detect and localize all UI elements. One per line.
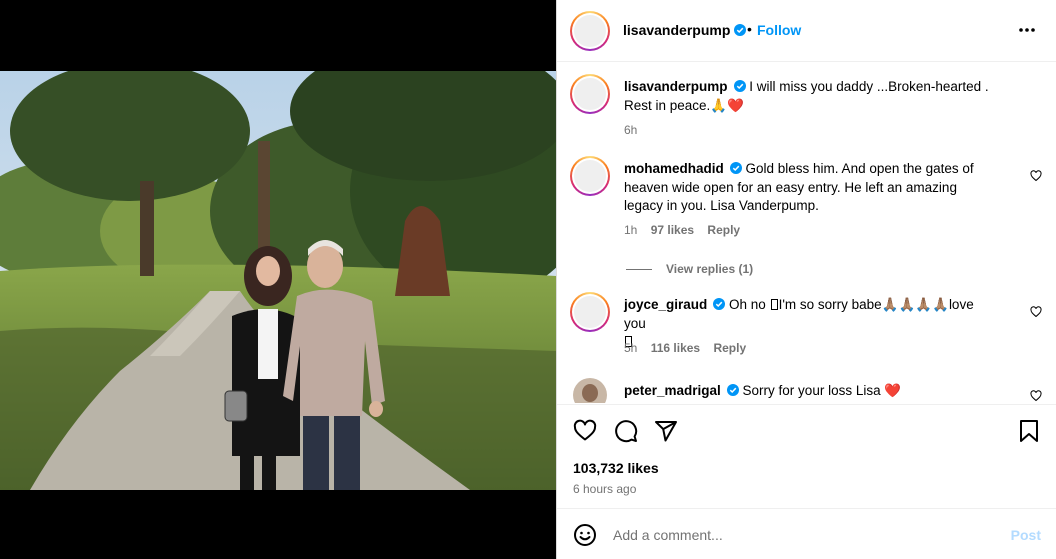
reply-button[interactable]: Reply: [707, 223, 740, 237]
commenter-avatar[interactable]: [570, 74, 610, 114]
likes-count[interactable]: 103,732 likes: [573, 460, 659, 476]
like-comment-heart-icon[interactable]: [1030, 306, 1042, 318]
comment-text-part-a: Oh no: [725, 297, 770, 312]
comment-text: Sorry for your loss Lisa: [738, 383, 881, 398]
comment-emojis: 🙏❤️: [710, 97, 744, 113]
comment-composer: Post: [557, 508, 1056, 559]
save-bookmark-icon[interactable]: [1017, 419, 1041, 443]
comments-list[interactable]: lisavanderpump I will miss you daddy ...…: [557, 63, 1056, 403]
verified-badge-icon: [733, 80, 746, 92]
author-username-text[interactable]: lisavanderpump: [623, 22, 730, 38]
commenter-avatar[interactable]: [570, 156, 610, 196]
share-send-icon[interactable]: [654, 419, 678, 443]
reply-button[interactable]: Reply: [713, 341, 746, 355]
comment-emojis: 🙏🏽🙏🏽🙏🏽🙏🏽: [881, 297, 949, 312]
comment-time[interactable]: 1h: [624, 223, 637, 237]
post-details-panel: lisavanderpump • Follow lisavanderpump I…: [556, 0, 1056, 559]
post-comment-button[interactable]: Post: [1011, 527, 1041, 543]
post-photo[interactable]: [0, 71, 556, 490]
comment-body: lisavanderpump I will miss you daddy ...…: [624, 78, 1014, 115]
media-pane: [0, 0, 556, 559]
commenter-avatar[interactable]: [570, 292, 610, 332]
verified-badge-icon: [734, 24, 747, 36]
comment-meta: 1h 97 likes Reply: [624, 223, 750, 237]
comment-time[interactable]: 5h: [624, 341, 637, 355]
verified-badge-icon: [713, 298, 726, 310]
instagram-post-modal: lisavanderpump • Follow lisavanderpump I…: [0, 0, 1056, 559]
comment-likes[interactable]: 97 likes: [651, 223, 694, 237]
commenter-avatar[interactable]: [573, 378, 607, 403]
comment-meta: 5h 116 likes Reply: [624, 341, 756, 355]
follow-button[interactable]: Follow: [757, 22, 801, 38]
comment-body: peter_madrigal Sorry for your loss Lisa …: [624, 382, 984, 401]
verified-badge-icon: [726, 384, 739, 396]
photo-illustration: [0, 71, 556, 490]
like-comment-heart-icon[interactable]: [1030, 390, 1042, 402]
comment-likes[interactable]: 116 likes: [651, 341, 700, 355]
verified-badge-icon: [729, 162, 742, 174]
post-header: lisavanderpump • Follow: [557, 0, 1056, 62]
like-heart-icon[interactable]: [573, 419, 597, 443]
like-comment-heart-icon[interactable]: [1030, 170, 1042, 182]
emoji-picker-icon[interactable]: [573, 523, 597, 547]
comment-time[interactable]: 6h: [624, 123, 637, 137]
replies-divider: [626, 269, 652, 271]
comment-input[interactable]: [613, 521, 983, 549]
comment-text-part-b: I'm so sorry babe: [778, 297, 882, 312]
comment-username[interactable]: mohamedhadid: [624, 161, 724, 176]
comment-body: mohamedhadid Gold bless him. And open th…: [624, 160, 984, 216]
comment-bubble-icon[interactable]: [614, 419, 638, 443]
author-username[interactable]: lisavanderpump: [623, 22, 747, 38]
header-separator: •: [747, 21, 752, 37]
comment-meta: 6h: [624, 123, 647, 137]
comment-username[interactable]: lisavanderpump: [624, 79, 728, 94]
comment-emojis: ❤️: [884, 383, 902, 398]
comment-username[interactable]: peter_madrigal: [624, 383, 721, 398]
view-replies-button[interactable]: View replies (1): [626, 262, 753, 276]
author-avatar[interactable]: [570, 11, 610, 51]
post-time[interactable]: 6 hours ago: [573, 482, 636, 496]
more-options-icon[interactable]: [1017, 20, 1037, 40]
missing-glyph-icon: [770, 299, 778, 310]
view-replies-label: View replies (1): [666, 262, 754, 276]
comment-username[interactable]: joyce_giraud: [624, 297, 707, 312]
